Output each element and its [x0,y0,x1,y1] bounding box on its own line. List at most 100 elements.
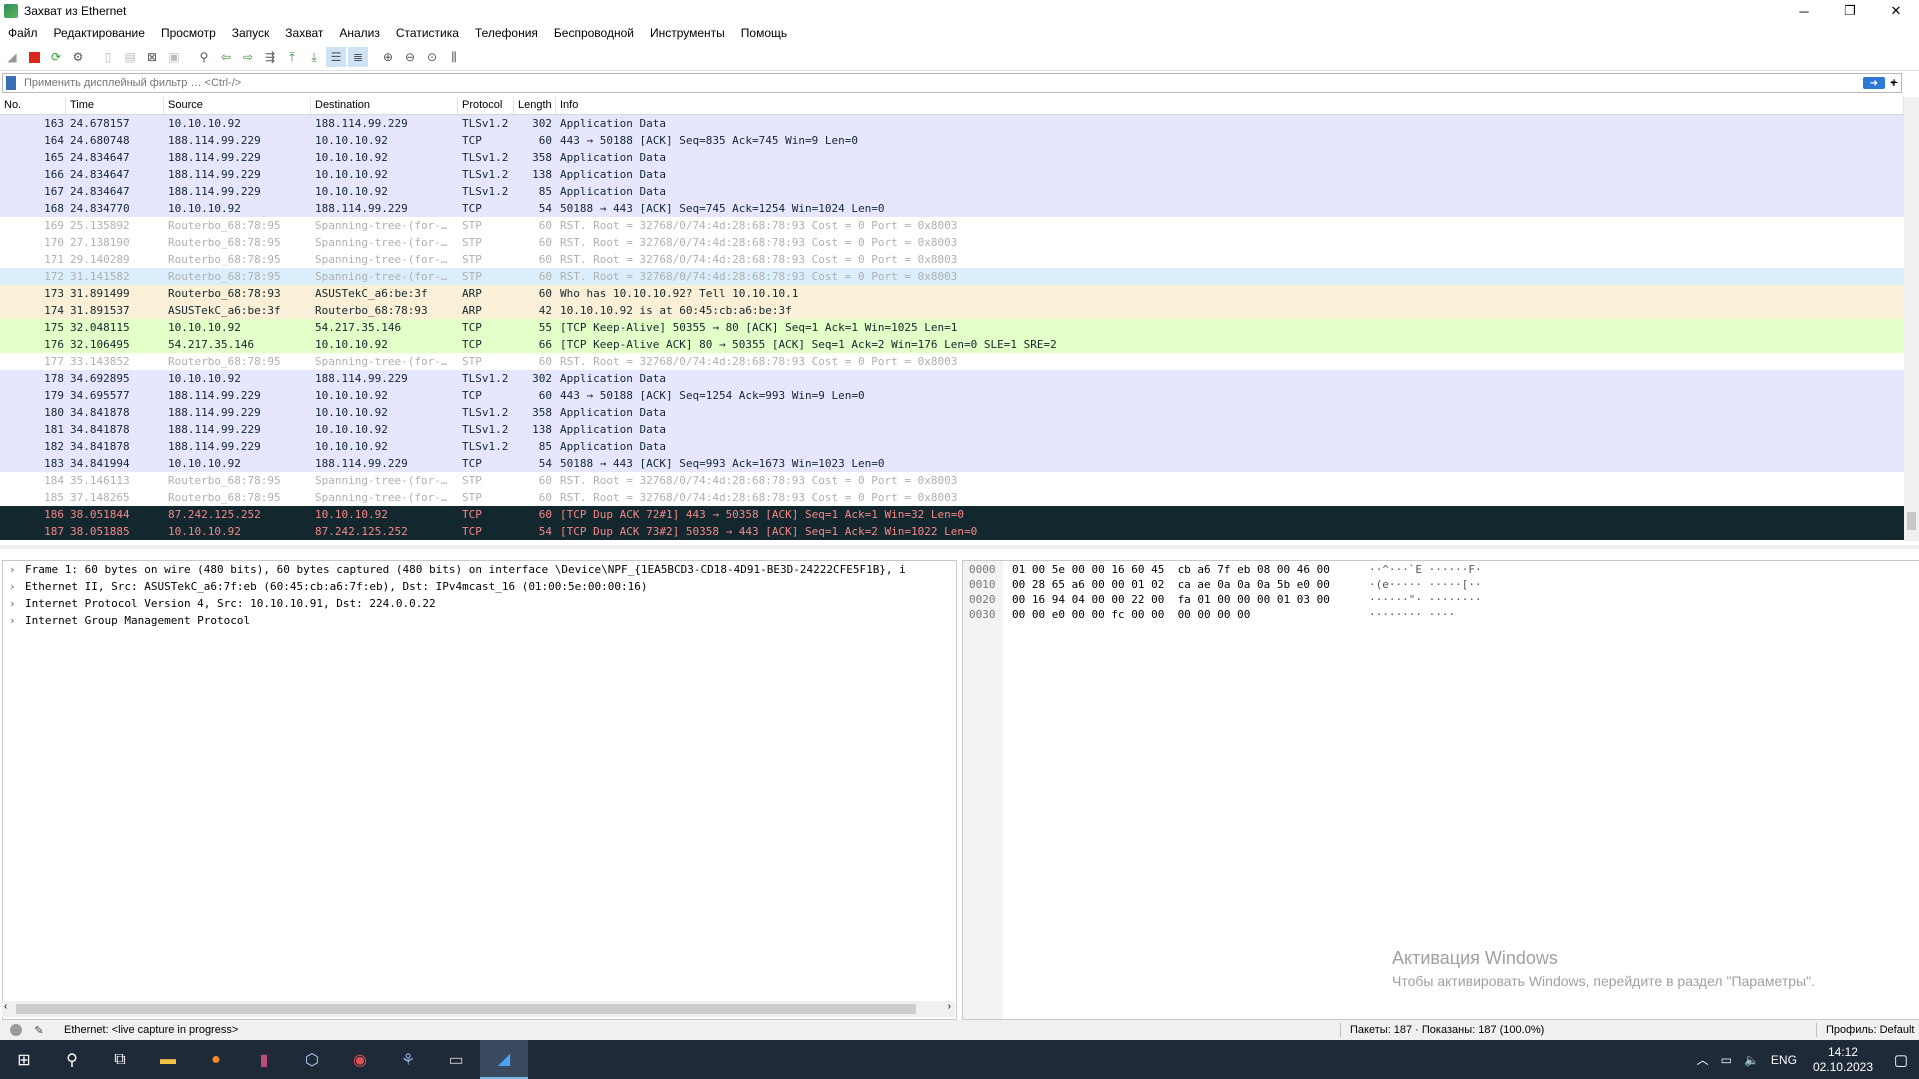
zoom-out-icon[interactable]: ⊖ [400,47,420,67]
column-destination[interactable]: Destination [311,97,458,114]
packet-row[interactable]: 183 34.841994 10.10.10.92 188.114.99.229 TCP… [0,455,1904,472]
packet-row[interactable]: 186 38.051844 87.242.125.252 10.10.10.92 TCP… [0,506,1904,523]
chevron-right-icon[interactable]: › [9,578,25,595]
packet-row[interactable]: 178 34.692895 10.10.10.92 188.114.99.229 TLS… [0,370,1904,387]
column-length[interactable]: Length [514,97,556,114]
find-packet-icon[interactable]: ⚲ [194,47,214,67]
column-protocol[interactable]: Protocol [458,97,514,114]
chevron-right-icon[interactable]: › [9,561,25,578]
restore-button[interactable]: ❐ [1827,0,1873,22]
colorize-icon[interactable]: ≣ [348,47,368,67]
packet-row[interactable]: 175 32.048115 10.10.10.92 54.217.35.146 TCP 5… [0,319,1904,336]
virtualbox-icon[interactable]: ⬡ [288,1040,336,1079]
python-icon[interactable]: ⚘ [384,1040,432,1079]
first-packet-icon[interactable]: ⤒ [282,47,302,67]
packet-row[interactable]: 177 33.143852 Routerbo_68:78:95 Spanning-tr… [0,353,1904,370]
packet-row[interactable]: 164 24.680748 188.114.99.229 10.10.10.92 TCP… [0,132,1904,149]
capture-options-icon[interactable]: ⚙ [68,47,88,67]
packet-row[interactable]: 171 29.140289 Routerbo_68:78:95 Spanning-tr… [0,251,1904,268]
bookmark-icon[interactable] [6,76,16,90]
last-packet-icon[interactable]: ⤓ [304,47,324,67]
chevron-right-icon[interactable]: › [9,595,25,612]
stop-capture-icon[interactable] [24,47,44,67]
restart-capture-icon[interactable]: ⟳ [46,47,66,67]
chevron-right-icon[interactable]: › [9,612,25,629]
menu-view[interactable]: Просмотр [153,26,224,40]
task-view-icon[interactable]: ⧉ [96,1040,144,1079]
resize-columns-icon[interactable]: ⫼ [444,47,464,67]
menu-wireless[interactable]: Беспроводной [546,26,642,40]
detail-ipv4[interactable]: › Internet Protocol Version 4, Src: 10.10… [3,595,956,612]
menu-telephony[interactable]: Телефония [467,26,546,40]
winrar-icon[interactable]: ▮ [240,1040,288,1079]
capture-comment-icon[interactable]: ✎ [32,1024,46,1037]
detail-frame[interactable]: › Frame 1: 60 bytes on wire (480 bits), 6… [3,561,956,578]
app-icon[interactable]: ◉ [336,1040,384,1079]
packet-row[interactable]: 174 31.891537 ASUSTekC_a6:be:3f Routerbo_68… [0,302,1904,319]
close-file-icon[interactable]: ⊠ [142,47,162,67]
packet-row[interactable]: 167 24.834647 188.114.99.229 10.10.10.92 TLS… [0,183,1904,200]
network-icon[interactable]: ▭ [1721,1053,1732,1067]
menu-statistics[interactable]: Статистика [388,26,467,40]
column-source[interactable]: Source [164,97,311,114]
clock[interactable]: 14:12 02.10.2023 [1813,1045,1873,1075]
column-info[interactable]: Info [556,97,1904,114]
menu-tools[interactable]: Инструменты [642,26,733,40]
start-capture-icon[interactable]: ◢ [2,47,22,67]
pane-splitter[interactable] [0,545,1919,549]
packet-row[interactable]: 182 34.841878 188.114.99.229 10.10.10.92 TLS… [0,438,1904,455]
packet-row[interactable]: 187 38.051885 10.10.10.92 87.242.125.252 TCP… [0,523,1904,540]
expert-info-icon[interactable] [10,1024,22,1036]
packet-row[interactable]: 163 24.678157 10.10.10.92 188.114.99.229 TLS… [0,115,1904,132]
packet-row[interactable]: 166 24.834647 188.114.99.229 10.10.10.92 TLS… [0,166,1904,183]
notification-icon[interactable]: ▢ [1883,1051,1919,1069]
terminal-icon[interactable]: ▭ [432,1040,480,1079]
open-file-icon[interactable]: ▯ [98,47,118,67]
menu-help[interactable]: Помощь [733,26,795,40]
close-button[interactable]: ✕ [1873,0,1919,22]
go-back-icon[interactable]: ⇦ [216,47,236,67]
column-time[interactable]: Time [66,97,164,114]
language-indicator[interactable]: ENG [1771,1053,1797,1067]
packet-row[interactable]: 184 35.146113 Routerbo_68:78:95 Spanning-tr… [0,472,1904,489]
packet-row[interactable]: 176 32.106495 54.217.35.146 10.10.10.92 TCP 6… [0,336,1904,353]
autoscroll-icon[interactable]: ☰ [326,47,346,67]
menu-go[interactable]: Запуск [224,26,278,40]
zoom-in-icon[interactable]: ⊕ [378,47,398,67]
packet-row[interactable]: 180 34.841878 188.114.99.229 10.10.10.92 TLS… [0,404,1904,421]
menu-analyze[interactable]: Анализ [331,26,388,40]
go-to-packet-icon[interactable]: ⇶ [260,47,280,67]
menu-edit[interactable]: Редактирование [46,26,153,40]
packet-row[interactable]: 173 31.891499 Routerbo_68:78:93 ASUSTekC_a6… [0,285,1904,302]
packet-row[interactable]: 169 25.135892 Routerbo_68:78:95 Spanning-tr… [0,217,1904,234]
save-file-icon[interactable]: ▤ [120,47,140,67]
packet-row[interactable]: 165 24.834647 188.114.99.229 10.10.10.92 TLS… [0,149,1904,166]
menu-file[interactable]: Файл [0,26,46,40]
scroll-right-icon[interactable]: › [948,1001,951,1012]
packet-row[interactable]: 168 24.834770 10.10.10.92 188.114.99.229 TCP… [0,200,1904,217]
chevron-up-icon[interactable]: ︿ [1697,1051,1709,1068]
status-profile[interactable]: Профиль: Default [1826,1024,1914,1036]
detail-igmp[interactable]: › Internet Group Management Protocol [3,612,956,629]
menu-capture[interactable]: Захват [277,26,331,40]
packet-list-scrollbar[interactable] [1904,97,1919,541]
packet-row[interactable]: 179 34.695577 188.114.99.229 10.10.10.92 TCP… [0,387,1904,404]
search-icon[interactable]: ⚲ [48,1040,96,1079]
details-horizontal-scrollbar[interactable]: ‹ › [2,1001,955,1017]
packet-row[interactable]: 172 31.141582 Routerbo_68:78:95 Spanning-tr… [0,268,1904,285]
firefox-icon[interactable]: ● [192,1040,240,1079]
normal-size-icon[interactable]: ⊙ [422,47,442,67]
add-filter-button[interactable]: + [1890,74,1898,90]
wireshark-taskbar-icon[interactable]: ◢ [480,1040,528,1079]
display-filter-input[interactable] [22,76,1863,90]
packet-row[interactable]: 170 27.138190 Routerbo_68:78:95 Spanning-tr… [0,234,1904,251]
detail-ethernet[interactable]: › Ethernet II, Src: ASUSTekC_a6:7f:eb (60… [3,578,956,595]
start-menu-icon[interactable]: ⊞ [0,1040,48,1079]
packet-row[interactable]: 185 37.148265 Routerbo_68:78:95 Spanning-tr… [0,489,1904,506]
scroll-left-icon[interactable]: ‹ [4,1001,7,1012]
reload-file-icon[interactable]: ▣ [164,47,184,67]
volume-icon[interactable]: 🔈 [1744,1053,1759,1067]
apply-filter-arrow-icon[interactable]: ➜ [1863,77,1885,89]
go-forward-icon[interactable]: ⇨ [238,47,258,67]
column-no[interactable]: No. [0,97,66,114]
